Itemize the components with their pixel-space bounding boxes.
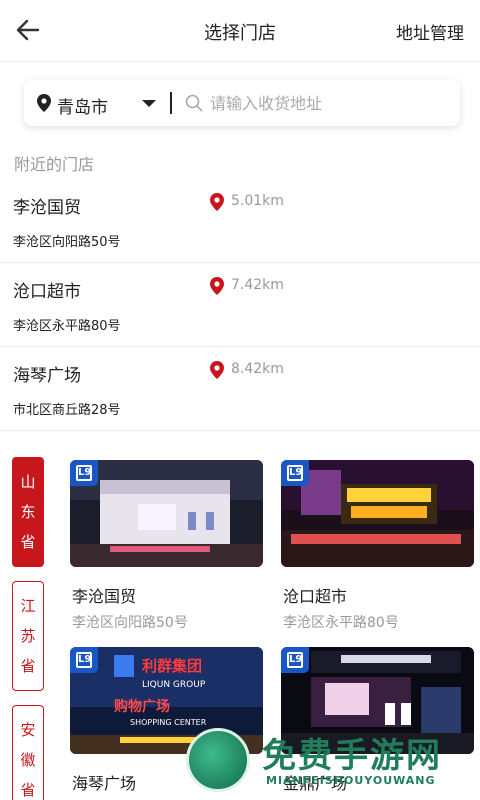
store-distance: 5.01km bbox=[231, 193, 284, 209]
store-list-item[interactable]: 海琴广场 8.42km 市北区商丘路28号 bbox=[0, 347, 480, 431]
store-address: 市北区商丘路28号 bbox=[13, 403, 121, 418]
province-tab-jiangsu[interactable]: 江 苏 省 bbox=[12, 581, 44, 691]
sign-text: 利群集团 bbox=[142, 657, 202, 675]
brand-logo-icon: L9 bbox=[281, 647, 309, 673]
brand-logo-icon: L9 bbox=[281, 460, 309, 486]
store-card-name: 李沧国贸 bbox=[72, 587, 137, 606]
watermark-title: 免费手游网 bbox=[262, 736, 442, 776]
store-photo: L9 bbox=[70, 460, 263, 567]
store-distance: 7.42km bbox=[231, 277, 284, 293]
location-pin-icon bbox=[210, 361, 224, 379]
store-address: 李沧区永平路80号 bbox=[13, 319, 121, 334]
store-distance: 8.42km bbox=[231, 361, 284, 377]
province-char: 徽 bbox=[20, 751, 36, 769]
province-char: 省 bbox=[20, 781, 36, 799]
sign-text: LIQUN GROUP bbox=[142, 680, 206, 690]
province-char: 江 bbox=[20, 597, 36, 615]
search-bar: 青岛市 bbox=[24, 80, 460, 126]
divider bbox=[170, 92, 172, 114]
store-card-name: 沧口超市 bbox=[283, 587, 348, 606]
province-tabs: 山 东 省 江 苏 省 安 徽 省 bbox=[12, 457, 44, 800]
brand-logo-icon: L9 bbox=[70, 647, 98, 673]
store-address: 李沧区向阳路50号 bbox=[13, 235, 121, 250]
location-pin-icon bbox=[210, 193, 224, 211]
province-tab-shandong[interactable]: 山 东 省 bbox=[12, 457, 44, 567]
address-management-link[interactable]: 地址管理 bbox=[396, 19, 464, 44]
dropdown-caret-icon[interactable] bbox=[142, 100, 156, 107]
store-card-address: 李沧区永平路80号 bbox=[283, 615, 399, 631]
sign-text: 购物广场 bbox=[114, 698, 170, 715]
watermark-logo-icon bbox=[186, 728, 250, 792]
search-icon bbox=[185, 94, 203, 112]
store-card[interactable]: L9 李沧国贸 李沧区向阳路50号 bbox=[70, 460, 263, 631]
province-char: 东 bbox=[20, 503, 36, 521]
store-card-name: 海琴广场 bbox=[72, 774, 137, 793]
watermark-subtitle: MIANFEISHOUYOUWANG bbox=[266, 774, 436, 787]
address-search-input[interactable] bbox=[210, 90, 450, 116]
nearby-section-title: 附近的门店 bbox=[14, 155, 95, 174]
province-char: 山 bbox=[20, 473, 36, 491]
store-name: 沧口超市 bbox=[13, 282, 81, 302]
store-name: 李沧国贸 bbox=[13, 198, 81, 218]
store-name: 海琴广场 bbox=[13, 366, 81, 386]
store-card[interactable]: L9 沧口超市 李沧区永平路80号 bbox=[281, 460, 474, 631]
province-char: 苏 bbox=[20, 627, 36, 645]
location-pin-icon bbox=[210, 277, 224, 295]
brand-logo-icon: L9 bbox=[70, 460, 98, 486]
store-list-item[interactable]: 李沧国贸 5.01km 李沧区向阳路50号 bbox=[0, 179, 480, 263]
watermark: 免费手游网 MIANFEISHOUYOUWANG bbox=[184, 722, 480, 800]
top-bar: 选择门店 地址管理 bbox=[0, 0, 480, 62]
location-pin-icon bbox=[37, 94, 51, 112]
city-selector[interactable]: 青岛市 bbox=[57, 93, 108, 118]
province-char: 安 bbox=[20, 721, 36, 739]
store-card-address: 李沧区向阳路50号 bbox=[72, 615, 188, 631]
store-list-item[interactable]: 沧口超市 7.42km 李沧区永平路80号 bbox=[0, 263, 480, 347]
province-char: 省 bbox=[20, 657, 36, 675]
province-tab-anhui[interactable]: 安 徽 省 bbox=[12, 705, 44, 800]
store-photo: L9 bbox=[281, 460, 474, 567]
province-char: 省 bbox=[20, 533, 36, 551]
